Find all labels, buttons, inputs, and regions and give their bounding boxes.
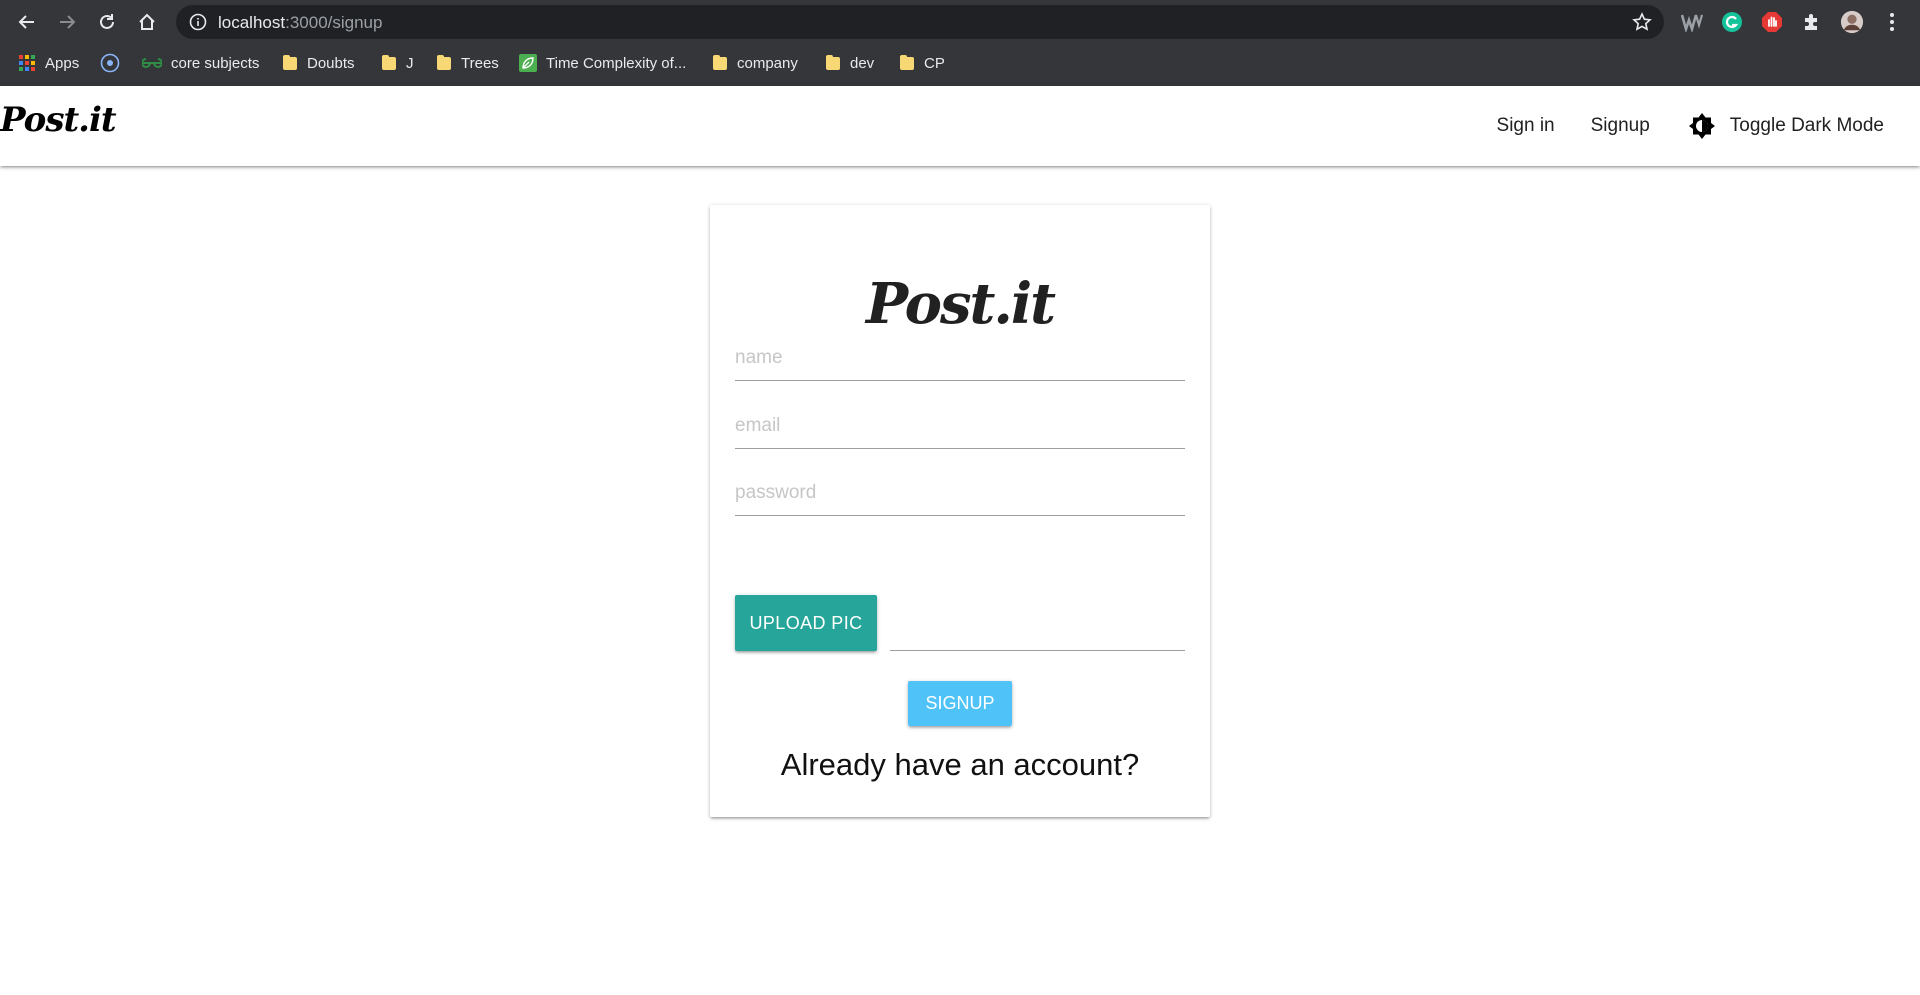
w-extension-icon[interactable] (1680, 10, 1704, 34)
bookmark-label: J (406, 54, 414, 72)
grammarly-icon[interactable] (1720, 10, 1744, 34)
bookmark-label: dev (850, 54, 875, 72)
url-host: localhost (218, 13, 286, 32)
app-navbar: Post.it Sign in Signup Toggle Dark Mode (0, 86, 1920, 166)
password-input[interactable] (735, 470, 1185, 516)
bookmark-time-complexity[interactable]: Time Complexity of... (519, 51, 686, 75)
signin-link[interactable]: Sign in (1479, 115, 1573, 137)
address-bar[interactable]: localhost:3000/signup (176, 5, 1664, 39)
apps-grid-icon (19, 55, 35, 71)
stop-hand-extension-icon[interactable] (1760, 10, 1784, 34)
bookmark-j[interactable]: J (381, 51, 414, 75)
brightness-icon (1688, 113, 1715, 139)
browser-toolbar: localhost:3000/signup (0, 0, 1920, 44)
bookmark-apps[interactable]: Apps (18, 51, 79, 75)
brand-logo[interactable]: Post.it (0, 100, 117, 140)
bookmark-label: Trees (461, 54, 499, 72)
back-icon[interactable] (13, 8, 41, 36)
bookmark-company[interactable]: company (712, 51, 798, 75)
url-path: :3000/signup (285, 13, 383, 32)
folder-icon (282, 55, 298, 71)
already-have-account-link[interactable]: Already have an account? (710, 747, 1210, 783)
bookmark-label: Time Complexity of... (546, 54, 687, 72)
nav-links: Sign in Signup Toggle Dark Mode (1479, 86, 1902, 166)
folder-icon (825, 55, 841, 71)
signup-card: Post.it UPLOAD PIC SIGNUP Already have a… (710, 205, 1210, 817)
leaf-icon (519, 54, 537, 72)
folder-icon (899, 55, 915, 71)
browser-chrome: localhost:3000/signup Apps core subjects… (0, 0, 1920, 86)
extensions-puzzle-icon[interactable] (1800, 10, 1824, 34)
bookmark-star-icon[interactable] (1632, 12, 1652, 32)
bookmark-trees[interactable]: Trees (436, 51, 499, 75)
signup-submit-button[interactable]: SIGNUP (908, 681, 1012, 726)
bookmark-dev[interactable]: dev (825, 51, 874, 75)
bookmark-cp[interactable]: CP (899, 51, 945, 75)
reload-icon[interactable] (93, 8, 121, 36)
folder-icon (712, 55, 728, 71)
site-info-icon[interactable] (188, 12, 208, 32)
circle-target-icon (100, 53, 120, 73)
bookmark-label: core subjects (171, 54, 260, 72)
file-path-input[interactable] (890, 605, 1185, 651)
card-logo-title: Post.it (866, 271, 1056, 337)
bookmark-label: Apps (45, 54, 80, 72)
url-text: localhost:3000/signup (218, 13, 382, 33)
email-input[interactable] (735, 403, 1185, 449)
upload-pic-button[interactable]: UPLOAD PIC (735, 595, 877, 651)
bookmark-core-subjects[interactable]: core subjects (142, 51, 259, 75)
toggle-label: Toggle Dark Mode (1729, 115, 1884, 136)
geeksforgeeks-icon (142, 58, 162, 68)
forward-icon[interactable] (53, 8, 81, 36)
folder-icon (381, 55, 397, 71)
browser-menu-icon[interactable] (1880, 10, 1904, 34)
bookmark-circle[interactable] (100, 51, 120, 75)
bookmark-doubts[interactable]: Doubts (282, 51, 355, 75)
signup-link[interactable]: Signup (1573, 115, 1668, 137)
folder-icon (436, 55, 452, 71)
bookmark-label: Doubts (307, 54, 355, 72)
toggle-dark-mode-button[interactable]: Toggle Dark Mode (1668, 112, 1902, 140)
bookmarks-bar: Apps core subjects Doubts J Trees Time C… (0, 48, 1920, 78)
home-icon[interactable] (133, 8, 161, 36)
name-input[interactable] (735, 335, 1185, 381)
profile-avatar-icon[interactable] (1840, 10, 1864, 34)
bookmark-label: company (737, 54, 798, 72)
bookmark-label: CP (924, 54, 945, 72)
